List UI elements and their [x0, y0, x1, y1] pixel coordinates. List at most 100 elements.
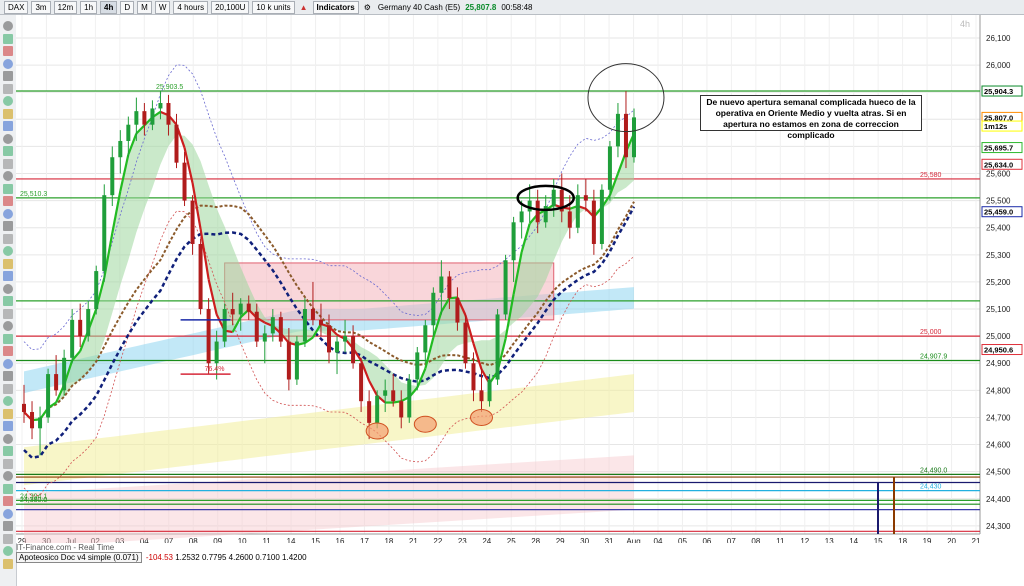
candle-body — [439, 276, 444, 293]
candle-body — [222, 309, 227, 342]
candle-body — [190, 200, 195, 244]
fib-label: 76.4% — [205, 366, 225, 373]
indicators-button[interactable]: Indicators — [312, 0, 359, 14]
timeframe-3m[interactable]: 3m — [31, 0, 51, 14]
candle-body — [351, 336, 356, 364]
timeframe-4h[interactable]: 4h — [100, 0, 118, 14]
drawing-tool-icon[interactable] — [3, 308, 13, 319]
level-label: 24,380.0 — [20, 497, 47, 504]
y-tick-label: 25,000 — [986, 332, 1011, 341]
drawing-tool-icon[interactable] — [3, 96, 13, 106]
candle-countdown: 00:58:48 — [501, 2, 533, 12]
drawing-tool-icon[interactable] — [3, 108, 13, 119]
drawing-tool-icon[interactable] — [3, 146, 13, 156]
candle-body — [399, 401, 404, 418]
indicator-value: 1.4200 — [282, 553, 307, 562]
data-source: IT-Finance.com - Real Time — [16, 543, 115, 552]
candle-body — [551, 189, 556, 207]
y-tick-label: 24,400 — [986, 495, 1011, 504]
drawing-tool-icon[interactable] — [3, 321, 13, 331]
units-dropdown[interactable]: 10 k units — [252, 0, 295, 14]
instrument-selector[interactable]: DAX — [4, 0, 29, 14]
candle-body — [150, 108, 155, 125]
timeframe-m[interactable]: M — [137, 0, 152, 14]
drawing-tool-icon[interactable] — [3, 196, 13, 206]
drawing-tool-icon[interactable] — [3, 521, 13, 531]
candle-body — [286, 341, 291, 380]
drawing-tools-sidebar — [0, 15, 17, 586]
drawing-tool-icon[interactable] — [3, 421, 13, 431]
candle-body — [423, 325, 428, 353]
drawing-tool-icon[interactable] — [3, 258, 13, 269]
drawing-tool-icon[interactable] — [3, 133, 13, 144]
drawing-tool-icon[interactable] — [3, 58, 13, 69]
candle-body — [214, 341, 219, 364]
drawing-tool-icon[interactable] — [3, 483, 13, 494]
drawing-tool-icon[interactable] — [3, 446, 13, 456]
x-tick-label: 24 — [482, 537, 491, 543]
indicator-name[interactable]: Apoteosico Doc v4 simple (0.071) — [16, 552, 142, 563]
drawing-tool-icon[interactable] — [3, 433, 13, 444]
drawing-tool-icon[interactable] — [3, 221, 13, 231]
candle-body — [70, 319, 75, 358]
indicators-icon[interactable]: ▲ — [298, 3, 310, 12]
drawing-tool-icon[interactable] — [3, 21, 13, 31]
y-tick-label: 24,300 — [986, 522, 1011, 531]
candle-body — [583, 195, 588, 201]
indicator-footer: IT-Finance.com - Real Time Apoteosico Do… — [16, 543, 307, 563]
drawing-tool-icon[interactable] — [3, 183, 13, 194]
candle-body — [118, 140, 123, 158]
drawing-tool-icon[interactable] — [3, 471, 13, 481]
candle-body — [38, 417, 43, 429]
drawing-tool-icon[interactable] — [3, 458, 13, 469]
period-dropdown[interactable]: 4 hours — [173, 0, 209, 14]
timeframe-1h[interactable]: 1h — [80, 0, 98, 14]
x-tick-label: 22 — [433, 537, 442, 543]
x-tick-label: 23 — [458, 537, 467, 543]
candle-body — [367, 401, 372, 423]
drawing-tool-icon[interactable] — [3, 546, 13, 556]
drawing-tool-icon[interactable] — [3, 408, 13, 419]
drawing-tool-icon[interactable] — [3, 533, 13, 544]
y-tick-label: 25,600 — [986, 170, 1011, 179]
drawing-tool-icon[interactable] — [3, 71, 13, 81]
y-tick-label: 24,700 — [986, 413, 1011, 422]
candle-body — [22, 403, 26, 413]
drawing-tool-icon[interactable] — [3, 296, 13, 306]
drawing-tool-icon[interactable] — [3, 121, 13, 131]
drawing-tool-icon[interactable] — [3, 283, 13, 294]
current-price: 25,807.8 — [465, 2, 497, 12]
drawing-tool-icon[interactable] — [3, 33, 13, 44]
drawing-tool-icon[interactable] — [3, 233, 13, 244]
drawing-tool-icon[interactable] — [3, 208, 13, 219]
drawing-tool-icon[interactable] — [3, 83, 13, 94]
drawing-tool-icon[interactable] — [3, 246, 13, 256]
drawing-tool-icon[interactable] — [3, 508, 13, 519]
drawing-tool-icon[interactable] — [3, 383, 13, 394]
timeframe-d[interactable]: D — [120, 0, 135, 14]
drawing-tool-icon[interactable] — [3, 558, 13, 569]
drawing-tool-icon[interactable] — [3, 46, 13, 56]
y-tick-label: 24,800 — [986, 386, 1011, 395]
quantity-field[interactable]: 20,100U — [211, 0, 250, 14]
drawing-tool-icon[interactable] — [3, 271, 13, 281]
drawing-tool-icon[interactable] — [3, 496, 13, 506]
x-tick-label: 18 — [384, 537, 393, 543]
y-tick-label: 25,400 — [986, 224, 1011, 233]
candle-body — [391, 390, 396, 402]
settings-icon[interactable]: ⚙ — [362, 3, 373, 12]
drawing-tool-icon[interactable] — [3, 346, 13, 356]
drawing-tool-icon[interactable] — [3, 371, 13, 381]
timeframe-12m[interactable]: 12m — [53, 0, 78, 14]
drawing-tool-icon[interactable] — [3, 333, 13, 344]
indicator-value: 0.7795 — [201, 553, 227, 562]
drawing-tool-icon[interactable] — [3, 358, 13, 369]
candle-body — [479, 390, 484, 402]
x-tick-label: 11 — [776, 537, 785, 543]
drawing-tool-icon[interactable] — [3, 171, 13, 181]
timeframe-w[interactable]: W — [154, 0, 171, 14]
candle-body — [78, 319, 83, 337]
drawing-tool-icon[interactable] — [3, 158, 13, 169]
candle-body — [471, 363, 476, 391]
drawing-tool-icon[interactable] — [3, 396, 13, 406]
